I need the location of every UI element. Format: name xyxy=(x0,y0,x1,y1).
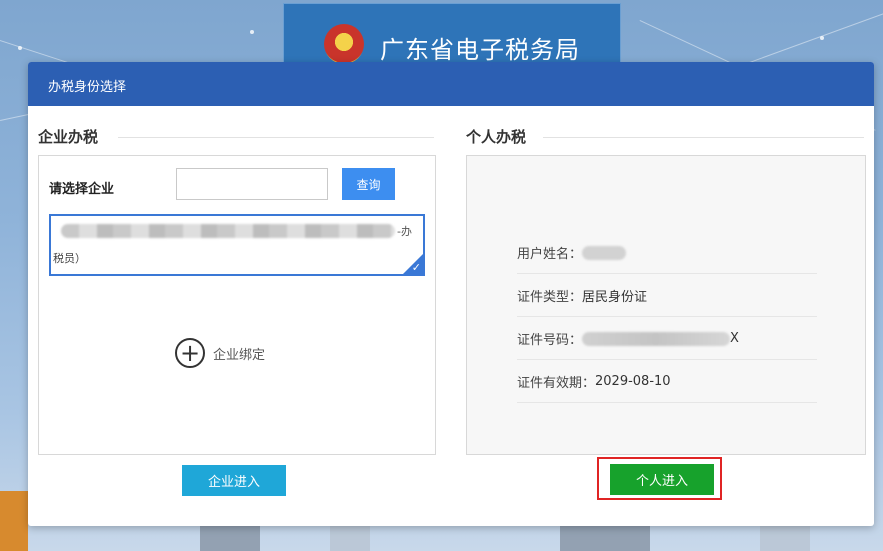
bind-company-label: 企业绑定 xyxy=(213,347,266,363)
redacted-name xyxy=(582,245,627,260)
company-enter-button[interactable]: 企业进入 xyxy=(182,465,286,496)
company-item-role: 税员） xyxy=(53,252,86,265)
query-button[interactable]: 查询 xyxy=(342,168,395,200)
company-item-suffix: -办 xyxy=(397,225,412,238)
info-row-name: 用户姓名： xyxy=(517,232,817,274)
expiry-value: 2029-08-10 xyxy=(595,374,671,389)
select-company-label: 请选择企业 xyxy=(49,182,115,197)
info-row-id-type: 证件类型： 居民身份证 xyxy=(517,275,817,317)
id-number-suffix: X xyxy=(730,331,739,346)
redacted-company-name xyxy=(61,224,395,238)
company-section-title: 企业办税 xyxy=(38,128,99,146)
info-row-id-number: 证件号码： X xyxy=(517,318,817,360)
info-row-expiry: 证件有效期： 2029-08-10 xyxy=(517,361,817,403)
id-type-label: 证件类型： xyxy=(517,290,583,305)
bind-company-button[interactable]: + 企业绑定 xyxy=(175,336,265,370)
redacted-id-number xyxy=(582,331,731,346)
name-label: 用户姓名： xyxy=(517,247,583,262)
divider xyxy=(543,137,864,138)
national-emblem-icon xyxy=(324,24,364,64)
check-icon: ✓ xyxy=(411,261,421,274)
plus-circle-icon: + xyxy=(175,338,205,368)
dialog-header: 办税身份选择 xyxy=(28,62,874,106)
expiry-label: 证件有效期： xyxy=(517,376,596,391)
id-type-value: 居民身份证 xyxy=(582,290,648,305)
company-search-input[interactable] xyxy=(176,168,328,200)
company-panel: 请选择企业 查询 -办 税员） ✓ + 企业绑定 xyxy=(38,155,436,455)
personal-enter-button[interactable]: 个人进入 xyxy=(610,464,714,495)
site-title: 广东省电子税务局 xyxy=(380,36,580,64)
id-number-label: 证件号码： xyxy=(517,333,583,348)
dialog-title: 办税身份选择 xyxy=(48,80,127,95)
identity-select-dialog: 办税身份选择 企业办税 请选择企业 查询 -办 税员） ✓ + 企业绑定 企业进… xyxy=(28,62,874,526)
personal-panel: 用户姓名： 证件类型： 居民身份证 证件号码： X 证件有效期： 2029-08… xyxy=(466,155,866,455)
selected-company-item[interactable]: -办 税员） ✓ xyxy=(49,214,425,276)
divider xyxy=(118,137,434,138)
personal-section-title: 个人办税 xyxy=(466,128,527,146)
